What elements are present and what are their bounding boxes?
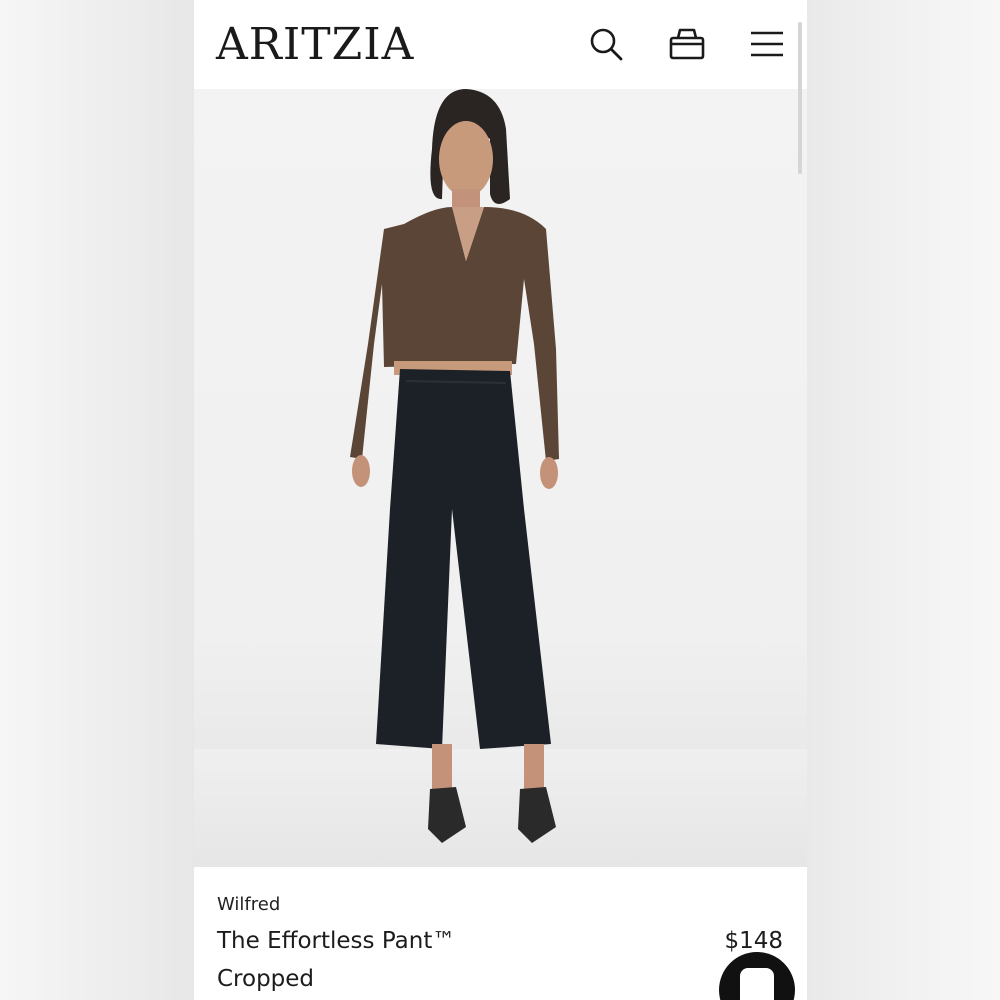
model-illustration	[194, 89, 807, 867]
bag-button[interactable]	[667, 24, 707, 64]
mobile-page: ARITZIA Wilfred The Effortless Pant™ Cro…	[194, 0, 807, 1000]
site-header: ARITZIA	[194, 0, 807, 89]
menu-button[interactable]	[747, 24, 787, 64]
product-info: Wilfred The Effortless Pant™ Cropped $14…	[194, 867, 807, 1000]
product-name-line-1: The Effortless Pant™	[217, 928, 456, 954]
chat-icon	[740, 968, 774, 1000]
product-brand[interactable]: Wilfred	[217, 894, 280, 915]
bag-icon	[669, 28, 705, 60]
product-image[interactable]	[194, 89, 807, 867]
search-button[interactable]	[586, 24, 626, 64]
aritzia-logo[interactable]: ARITZIA	[216, 20, 414, 70]
product-name[interactable]: The Effortless Pant™ Cropped	[217, 922, 637, 998]
backdrop-left	[0, 0, 194, 1000]
search-icon	[590, 28, 623, 61]
menu-icon	[751, 31, 783, 57]
product-name-line-2: Cropped	[217, 966, 315, 992]
scrollbar[interactable]	[798, 22, 802, 174]
backdrop-right	[807, 0, 1000, 1000]
